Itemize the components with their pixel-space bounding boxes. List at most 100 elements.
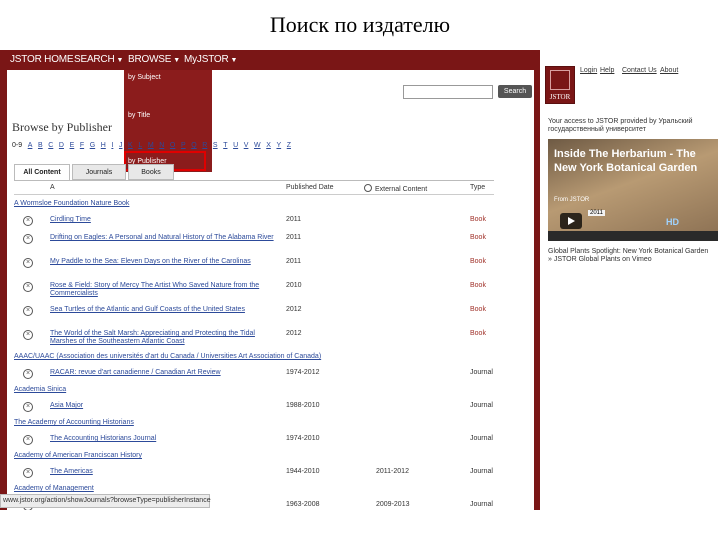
alpha-letter-c[interactable]: C <box>48 142 53 149</box>
alpha-letter-d[interactable]: D <box>59 142 64 149</box>
nav-item-search[interactable]: SEARCH ▼ <box>74 54 123 65</box>
publisher-name-link[interactable]: Academy of Management <box>14 485 94 492</box>
alpha-letter-k[interactable]: K <box>128 142 133 149</box>
nav-item-browse[interactable]: BROWSE ▼ <box>128 54 180 65</box>
alpha-letter-u[interactable]: U <box>233 142 238 149</box>
title-link[interactable]: Rose & Field: Story of Mercy The Artist … <box>50 282 278 298</box>
publisher-row: A Wormsloe Foundation Nature Book <box>0 198 534 213</box>
tab-journals[interactable]: Journals <box>72 164 126 180</box>
nav-item-myjstor[interactable]: MyJSTOR ▼ <box>184 54 237 65</box>
title-link[interactable]: Asia Major <box>50 402 278 410</box>
video-source: From JSTOR <box>554 197 590 203</box>
external-content-date: 2009-2013 <box>376 501 410 508</box>
content-type: Book <box>470 258 486 265</box>
title-link[interactable]: Sea Turtles of the Atlantic and Gulf Coa… <box>50 306 278 314</box>
alpha-letter-w[interactable]: W <box>254 142 261 149</box>
published-date: 2012 <box>286 306 302 313</box>
chevron-down-icon: ▼ <box>173 57 180 64</box>
publisher-row: The Academy of Accounting Historians <box>0 417 534 432</box>
content-type: Journal <box>470 501 493 508</box>
alpha-letter-z[interactable]: Z <box>287 142 291 149</box>
table-row: × The Accounting Historians Journal 1974-2… <box>0 432 534 450</box>
nav-item-home[interactable]: JSTOR HOME <box>10 54 74 65</box>
title-link[interactable]: Cirdling Time <box>50 216 278 224</box>
chevron-down-icon: ▼ <box>116 57 124 64</box>
alpha-letter-a[interactable]: A <box>28 142 33 149</box>
published-date: 2011 <box>286 216 302 223</box>
alpha-letter-x[interactable]: X <box>266 142 271 149</box>
content-type: Journal <box>470 435 493 442</box>
alpha-letter-m[interactable]: M <box>148 142 154 149</box>
browser-status-bar: www.jstor.org/action/showJournals?browse… <box>0 494 211 508</box>
about-link[interactable]: About <box>660 67 678 74</box>
video-controls[interactable] <box>548 231 718 241</box>
alphabet-nav: 0-9 A B C D E F G H I J K L M N O P Q R S T U V W X Y Z <box>12 142 297 149</box>
hd-badge[interactable]: HD <box>666 217 679 227</box>
no-access-icon: × <box>23 258 33 268</box>
play-icon[interactable] <box>560 213 582 229</box>
jstor-screenshot: JSTOR HOME SEARCH ▼ BROWSE ▼ MyJSTOR ▼ by S… <box>0 50 720 510</box>
published-date: 2011 <box>286 258 302 265</box>
column-header-name[interactable]: A <box>50 184 55 191</box>
alpha-letter-p[interactable]: P <box>181 142 186 149</box>
alpha-letter-h[interactable]: H <box>101 142 106 149</box>
logo-wordmark: JSTOR <box>549 93 571 101</box>
column-header-external: External Content <box>364 184 427 193</box>
alpha-letter-y[interactable]: Y <box>276 142 281 149</box>
publisher-name-link[interactable]: A Wormsloe Foundation Nature Book <box>14 200 129 207</box>
alpha-letter-b[interactable]: B <box>38 142 43 149</box>
alpha-letter-r[interactable]: R <box>202 142 207 149</box>
video-caption[interactable]: Global Plants Spotlight: New York Botani… <box>548 248 713 264</box>
alpha-letter-o[interactable]: O <box>170 142 175 149</box>
publisher-name-link[interactable]: Academia Sinica <box>14 386 66 393</box>
publisher-name-link[interactable]: AAAC/UAAC (Association des universités d… <box>14 353 321 360</box>
alpha-letter-s[interactable]: S <box>213 142 218 149</box>
slide-title: Поиск по издателю <box>269 12 451 37</box>
title-link[interactable]: My Paddle to the Sea: Eleven Days on the… <box>50 258 278 266</box>
jstor-logo[interactable]: JSTOR <box>545 66 575 104</box>
tab-books[interactable]: Books <box>128 164 174 180</box>
table-row: × RACAR: revue d'art canadienne / Canadia… <box>0 366 534 384</box>
alpha-letter-g[interactable]: G <box>90 142 95 149</box>
title-link[interactable]: RACAR: revue d'art canadienne / Canadian… <box>50 369 278 377</box>
table-row: × Drifting on Eagles: A Personal and Natu… <box>0 231 534 255</box>
title-link[interactable]: Drifting on Eagles: A Personal and Natur… <box>50 234 278 242</box>
no-access-icon: × <box>23 402 33 412</box>
table-row: × Cirdling Time 2011 Book <box>0 213 534 231</box>
content-type: Book <box>470 306 486 313</box>
publisher-name-link[interactable]: The Academy of Accounting Historians <box>14 419 134 426</box>
top-navbar: JSTOR HOME SEARCH ▼ BROWSE ▼ MyJSTOR ▼ <box>0 50 534 70</box>
title-link[interactable]: The World of the Salt Marsh: Appreciatin… <box>50 330 278 346</box>
alpha-letter-l[interactable]: L <box>138 142 142 149</box>
search-input[interactable] <box>403 85 493 99</box>
published-date: 1963-2008 <box>286 501 320 508</box>
tab-all-content[interactable]: All Content <box>14 164 70 180</box>
alpha-letter-i[interactable]: I <box>111 142 113 149</box>
publisher-row: Academy of American Franciscan History <box>0 450 534 465</box>
alpha-letter-v[interactable]: V <box>244 142 249 149</box>
alpha-letter-t[interactable]: T <box>223 142 227 149</box>
search-button[interactable]: Search <box>498 85 532 98</box>
table-row: × Rose & Field: Story of Mercy The Artist… <box>0 279 534 303</box>
right-frame-bar <box>534 50 540 510</box>
alpha-letter-q[interactable]: Q <box>191 142 196 149</box>
publisher-name-link[interactable]: Academy of American Franciscan History <box>14 452 142 459</box>
alpha-letter-j[interactable]: J <box>119 142 123 149</box>
content-type: Book <box>470 330 486 337</box>
alpha-letter-f[interactable]: F <box>80 142 84 149</box>
contact-us-link[interactable]: Contact Us <box>622 67 657 74</box>
dropdown-item-by-subject[interactable]: by Subject <box>128 74 161 81</box>
title-link[interactable]: The Americas <box>50 468 278 476</box>
alpha-letter-0-9[interactable]: 0-9 <box>12 142 22 149</box>
alpha-letter-e[interactable]: E <box>70 142 75 149</box>
login-link[interactable]: Login <box>580 67 597 74</box>
dropdown-item-by-title[interactable]: by Title <box>128 112 150 119</box>
video-player[interactable]: Inside The Herbarium - The New York Bota… <box>548 139 718 241</box>
header-divider <box>14 194 494 195</box>
help-link[interactable]: Help <box>600 67 614 74</box>
external-content-date: 2011-2012 <box>376 468 409 475</box>
alpha-letter-n[interactable]: N <box>159 142 164 149</box>
title-link[interactable]: The Accounting Historians Journal <box>50 435 278 443</box>
publisher-list: A Wormsloe Foundation Nature Book × Cirdli… <box>0 198 534 510</box>
video-title[interactable]: Inside The Herbarium - The New York Bota… <box>554 147 704 175</box>
